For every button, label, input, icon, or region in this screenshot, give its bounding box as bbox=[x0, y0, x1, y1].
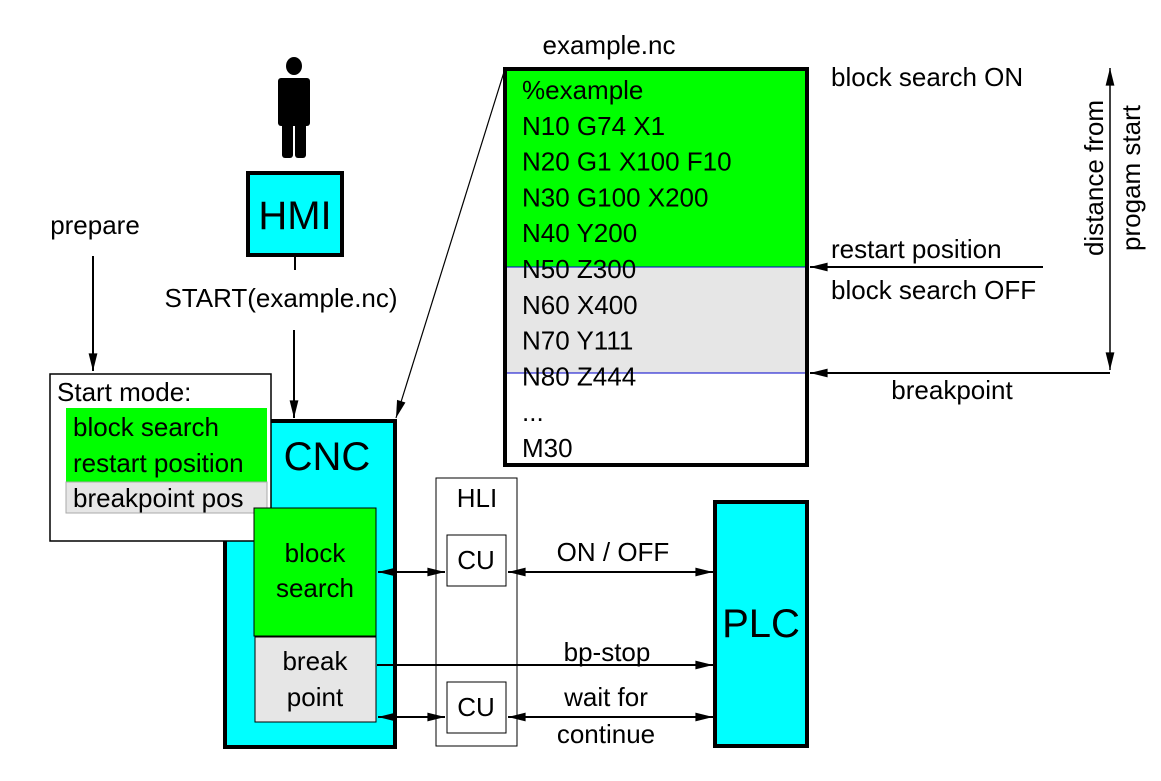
block-search-line2: search bbox=[276, 573, 354, 603]
plc-label: PLC bbox=[722, 602, 800, 646]
start-mode-title: Start mode: bbox=[57, 377, 191, 407]
program-line: N40 Y200 bbox=[522, 218, 637, 248]
cnc-block-search: block search bbox=[253, 507, 377, 637]
wait-for-label: wait for bbox=[563, 682, 648, 712]
breakpoint-line2: point bbox=[287, 682, 344, 712]
cu-top-label: CU bbox=[457, 545, 495, 575]
start-mode-option-breakpoint-pos[interactable]: breakpoint pos bbox=[73, 483, 244, 513]
program-line: N10 G74 X1 bbox=[522, 111, 665, 141]
diagram-canvas: HMI START(example.nc) prepare CNC Start … bbox=[49, 30, 1146, 749]
file-to-cnc-link bbox=[395, 71, 505, 419]
hli-label: HLI bbox=[457, 483, 497, 513]
block-search-line1: block bbox=[285, 538, 347, 568]
program-line: ... bbox=[522, 397, 544, 427]
cu-bottom-label: CU bbox=[457, 692, 495, 722]
hmi-label: HMI bbox=[258, 194, 331, 238]
start-mode-option-restart-position[interactable]: restart position bbox=[73, 448, 244, 478]
breakpoint-label: breakpoint bbox=[891, 375, 1013, 405]
restart-position-label: restart position bbox=[831, 234, 1002, 264]
cnc-label: CNC bbox=[284, 435, 371, 479]
program-line: N80 Z444 bbox=[522, 361, 636, 391]
continue-label: continue bbox=[557, 719, 655, 749]
person-icon bbox=[278, 57, 310, 158]
bp-stop-label: bp-stop bbox=[564, 637, 651, 667]
hli-block: HLI CU CU bbox=[435, 477, 518, 747]
distance-label-line2: progam start bbox=[1116, 104, 1146, 251]
distance-label-line1: distance from bbox=[1079, 100, 1109, 256]
cnc-breakpoint: break point bbox=[254, 636, 377, 723]
program-line: N30 G100 X200 bbox=[522, 182, 708, 212]
program-filename: example.nc bbox=[543, 30, 676, 60]
start-command-label: START(example.nc) bbox=[164, 283, 397, 313]
prepare-label: prepare bbox=[50, 210, 140, 240]
breakpoint-line1: break bbox=[282, 646, 348, 676]
program-line: N20 G1 X100 F10 bbox=[522, 147, 732, 177]
program-listing: %example N10 G74 X1 N20 G1 X100 F10 N30 G10… bbox=[503, 67, 809, 467]
hmi-block: HMI bbox=[246, 171, 344, 257]
program-line: N70 Y111 bbox=[522, 326, 633, 356]
start-mode-panel: Start mode: block search restart positio… bbox=[49, 373, 272, 542]
program-line: %example bbox=[522, 75, 643, 105]
program-line: N60 X400 bbox=[522, 290, 638, 320]
on-off-label: ON / OFF bbox=[557, 537, 670, 567]
block-search-off-label: block search OFF bbox=[831, 275, 1036, 305]
start-mode-option-block-search[interactable]: block search bbox=[73, 412, 219, 442]
program-line: M30 bbox=[522, 433, 573, 463]
program-line: N50 Z300 bbox=[522, 254, 636, 284]
plc-block: PLC bbox=[713, 500, 809, 748]
block-search-on-label: block search ON bbox=[831, 62, 1023, 92]
